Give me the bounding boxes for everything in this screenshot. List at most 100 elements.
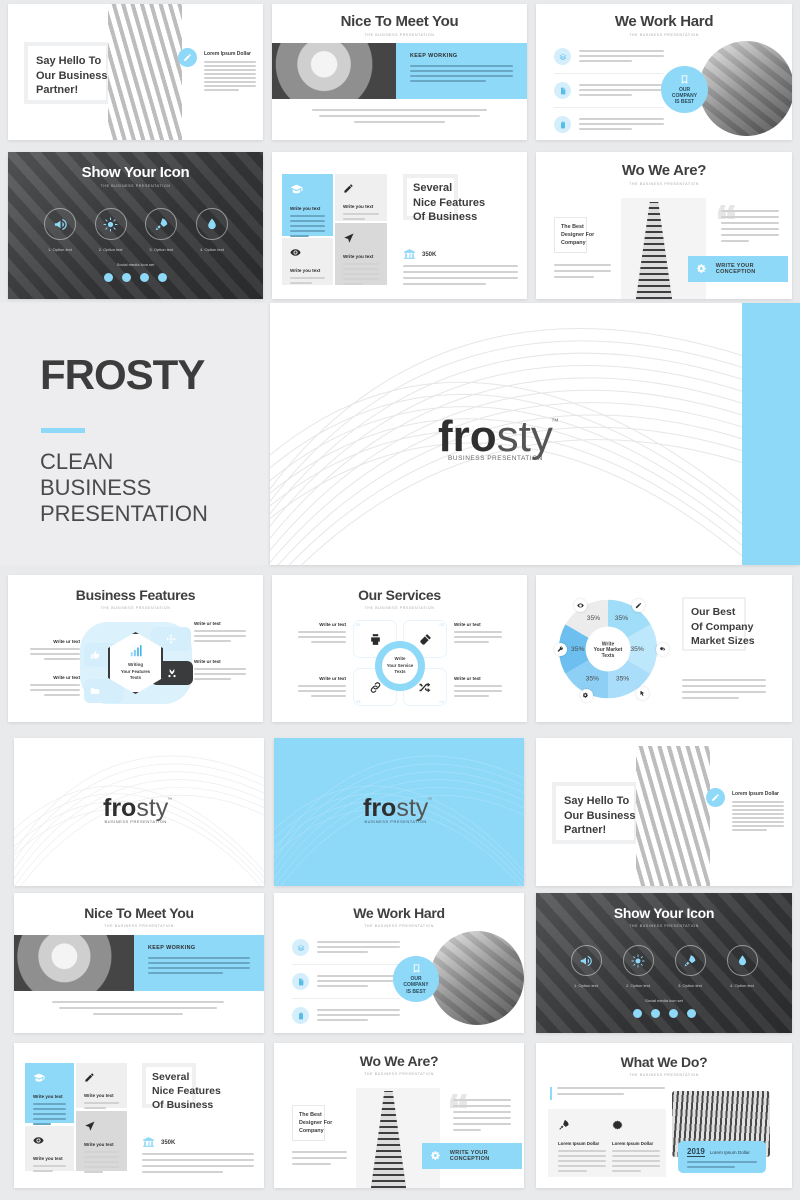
stairs-photo (636, 746, 710, 886)
feature-card-4[interactable]: Write you text (335, 223, 387, 285)
write-your-conception-button[interactable]: WRITE YOUR CONCEPTION (422, 1143, 522, 1169)
bullet-list (292, 939, 400, 1024)
feature-card-3[interactable]: Write you text (282, 238, 333, 285)
thumbs-up-icon (90, 650, 100, 659)
bank-icon (404, 249, 415, 259)
book-icon (681, 75, 688, 84)
list-item (554, 108, 664, 133)
slide-say-hello[interactable]: Say Hello To Our Business Partner! Lorem… (8, 4, 263, 140)
slide-who-we-are[interactable]: Wo We Are? THE BUSINESS PRESENTATION The… (536, 152, 792, 299)
twitter-icon[interactable] (650, 1009, 660, 1018)
instagram-icon[interactable] (686, 1009, 696, 1018)
label-left-top: Write ur text (30, 639, 80, 660)
slide-nice-to-meet-you-2[interactable]: Nice To Meet You THE BUSINESS PRESENTATI… (14, 893, 264, 1033)
tools-icon (554, 643, 567, 656)
slide-logo-blue[interactable]: frosty ™ BUSINESS PRESENTATION (274, 738, 524, 886)
option-4[interactable]: 4. Option text (722, 945, 762, 988)
google-icon[interactable] (668, 1009, 678, 1018)
svg-text:35%: 35% (571, 646, 584, 653)
option-1[interactable]: 1. Option text (566, 945, 606, 988)
lorem-lines (292, 1151, 347, 1165)
frosty-logo: frosty ™ BUSINESS PRESENTATION (363, 794, 433, 825)
book-icon (413, 964, 419, 973)
slide-title: Our Best Of Company Market Sizes (691, 606, 755, 648)
option-1[interactable]: 1. Option text (40, 208, 80, 252)
year-badge: 2019 Lorem Ipsum Dollar (678, 1141, 766, 1173)
label-right-bottom: Write ur text (194, 659, 246, 680)
slide-several-nice-features[interactable]: Write you text Write you text Write you … (272, 152, 527, 299)
option-3[interactable]: 3. Option text (670, 945, 710, 988)
feature-card-2[interactable]: Write you text (335, 174, 387, 221)
pencil-icon (632, 599, 645, 612)
droplet-icon (726, 945, 758, 976)
eye-icon (282, 238, 333, 263)
list-item (292, 939, 400, 965)
feature-card-4[interactable]: Write you text (76, 1111, 127, 1173)
icon-options: 1. Option text 2. Option text 3. Option … (40, 208, 232, 252)
slide-we-work-hard-2[interactable]: We Work Hard THE BUSINESS PRESENTATION O… (274, 893, 524, 1033)
lorem-lines (554, 264, 611, 278)
slide-business-features[interactable]: Business Features THE BUSINESS PRESENTAT… (8, 575, 263, 722)
hero-logo-slide[interactable]: frosty ™ BUSINESS PRESENTATION (270, 303, 800, 565)
eye-icon (574, 599, 587, 612)
tag-icon (656, 643, 669, 656)
folder-icon (90, 688, 100, 694)
slide-several-nice-features-2[interactable]: Write you text Write you text Write you … (14, 1043, 264, 1188)
presentation-preview-sheet: Say Hello To Our Business Partner! Lorem… (0, 0, 800, 1200)
bank-icon (143, 1137, 154, 1147)
svg-text:35%: 35% (615, 615, 628, 622)
rocket-icon (559, 1120, 569, 1130)
footer-lorem-lines (52, 1001, 224, 1015)
option-2[interactable]: 2. Option text (91, 208, 131, 252)
keep-working-panel: KEEP WORKING (396, 43, 527, 99)
option-3[interactable]: 3. Option text (141, 208, 181, 252)
lorem-lines (204, 61, 256, 91)
facebook-icon[interactable] (104, 273, 113, 282)
pencil-icon (76, 1063, 127, 1088)
option-2[interactable]: 2. Option text (618, 945, 658, 988)
stairs-photo (108, 4, 182, 140)
slide-market-sizes[interactable]: 35% 35% 35% 35% 35% 35% Write Your Marke… (536, 575, 792, 722)
slide-show-your-icon-2[interactable]: Show Your Icon THE BUSINESS PRESENTATION… (536, 893, 792, 1033)
rocket-icon (145, 208, 178, 240)
slide-nice-to-meet-you[interactable]: Nice To Meet You THE BUSINESS PRESENTATI… (272, 4, 527, 140)
slide-say-hello-2[interactable]: Say Hello To Our Business Partner! Lorem… (536, 738, 792, 886)
gears-icon (431, 1150, 440, 1160)
twitter-icon[interactable] (122, 273, 131, 282)
slide-what-we-do[interactable]: What We Do? THE BUSINESS PRESENTATION Lo… (536, 1043, 792, 1188)
social-icon-row (8, 273, 263, 282)
lorem-lines (148, 957, 250, 974)
portrait-photo (272, 43, 396, 99)
service-label-4: Write ur text (454, 676, 502, 697)
pencil-icon (706, 788, 725, 807)
layers-icon (554, 48, 571, 65)
write-your-conception-button[interactable]: WRITE YOUR CONCEPTION (688, 256, 788, 282)
slide-show-your-icon[interactable]: Show Your Icon THE BUSINESS PRESENTATION… (8, 152, 263, 299)
document-icon (292, 973, 309, 990)
feature-card-1[interactable]: Write you text (25, 1063, 74, 1125)
feature-card-2[interactable]: Write you text (76, 1063, 127, 1109)
slide-we-work-hard[interactable]: We Work Hard THE BUSINESS PRESENTATION O… (536, 4, 792, 140)
list-item (292, 965, 400, 999)
feature-card-3[interactable]: Write you text (25, 1126, 74, 1172)
slide-our-services[interactable]: Our Services THE BUSINESS PRESENTATION 0… (272, 575, 527, 722)
quote-lorem-lines (453, 1099, 511, 1131)
card-1: Lorem Ipsum Dollar (558, 1118, 606, 1172)
paperplane-icon (335, 223, 387, 249)
google-icon[interactable] (140, 273, 149, 282)
feature-card-1[interactable]: Write you text (282, 174, 333, 237)
instagram-icon[interactable] (158, 273, 167, 282)
designer-box-text: The Best Designer For Company (299, 1112, 333, 1134)
option-4[interactable]: 4. Option text (192, 208, 232, 252)
label-left-bottom: Write ur text (30, 675, 80, 696)
facebook-icon[interactable] (632, 1009, 642, 1018)
pencil-icon (178, 48, 197, 67)
slide-logo-white[interactable]: frosty ™ BUSINESS PRESENTATION (14, 738, 264, 886)
sun-icon (622, 945, 654, 976)
scissors-icon (168, 668, 176, 678)
icon-options: 1. Option text 2. Option text 3. Option … (566, 945, 762, 988)
pencil-icon (335, 174, 387, 199)
graduation-icon (25, 1063, 74, 1089)
slide-who-we-are-2[interactable]: Wo We Are? THE BUSINESS PRESENTATION The… (274, 1043, 524, 1188)
gears-icon (580, 689, 593, 702)
